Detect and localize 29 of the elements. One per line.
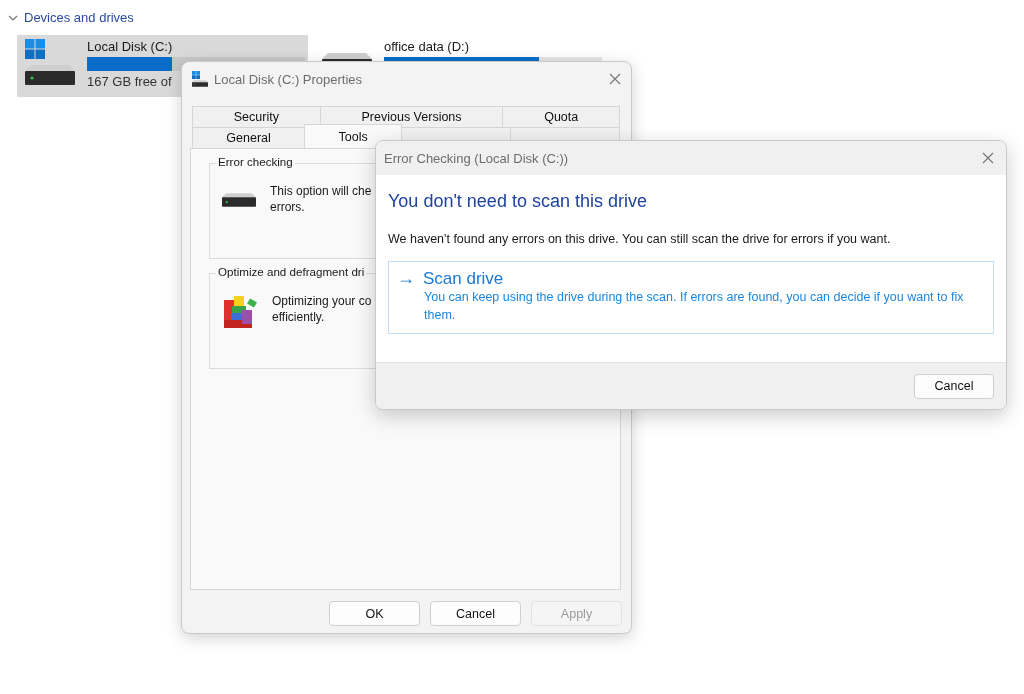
group-title: Optimize and defragment dri	[216, 265, 367, 278]
close-icon[interactable]	[609, 73, 621, 85]
description-line: Optimizing your co	[272, 294, 372, 308]
tab[interactable]: Tools	[304, 124, 402, 148]
scan-drive-option[interactable]: → Scan drive You can keep using the drive during the scan. If errors are found, you can decide if you want to fix them.	[388, 261, 994, 334]
section-header[interactable]: Devices and drives	[24, 10, 134, 25]
dialog-heading: You don't need to scan this drive	[388, 191, 648, 212]
tab[interactable]: Quota	[502, 106, 620, 127]
dialog-button[interactable]: Cancel	[430, 601, 521, 626]
free-space-label: 167 GB free of	[87, 74, 172, 89]
drive-name: Local Disk (C:)	[87, 39, 174, 54]
tab[interactable]: Security	[192, 106, 321, 127]
description-line: This option will che	[270, 184, 372, 198]
window-title: Error Checking (Local Disk (C:))	[384, 150, 570, 166]
description-line: efficiently.	[272, 310, 326, 324]
windows-logo-icon	[25, 39, 45, 59]
drive-name: office data (D:)	[384, 39, 471, 54]
group-title: Error checking	[216, 155, 295, 168]
hard-drive-icon	[25, 65, 75, 85]
cancel-button[interactable]: Cancel	[914, 373, 994, 399]
description-line: errors.	[270, 200, 306, 214]
hard-drive-icon	[192, 80, 208, 87]
close-icon[interactable]	[982, 152, 994, 164]
hard-drive-icon	[222, 192, 256, 208]
defragment-icon	[222, 294, 258, 330]
dialog-button[interactable]: OK	[329, 601, 420, 626]
windows-logo-icon	[192, 71, 200, 79]
dialog-message: We haven't found any errors on this drive. You can still scan the drive for errors if you want.	[388, 232, 892, 246]
tab[interactable]: General	[192, 127, 306, 148]
